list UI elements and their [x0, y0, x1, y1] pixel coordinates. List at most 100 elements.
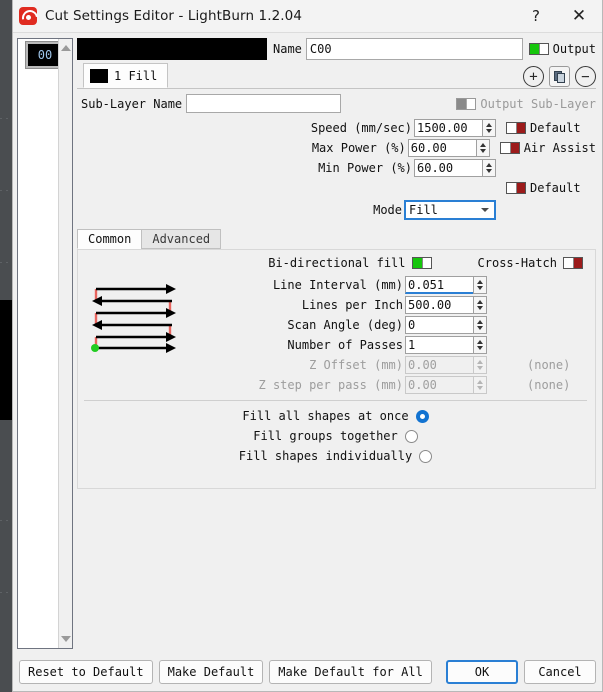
- max-power-stepper[interactable]: 60.00: [407, 139, 490, 157]
- lines-per-inch-row: Lines per Inch 500.00: [194, 296, 587, 314]
- line-interval-stepper[interactable]: 0.051: [405, 276, 487, 294]
- z-step-none-label: (none): [527, 378, 571, 392]
- primary-settings: Speed (mm/sec) 1500.00 Default Max Power…: [77, 119, 596, 220]
- sub-layer-name-input[interactable]: [186, 94, 342, 113]
- output-toggle[interactable]: [528, 43, 549, 55]
- lines-per-inch-label: Lines per Inch: [301, 298, 403, 312]
- fill-individually-label: Fill shapes individually: [238, 449, 413, 463]
- fill-toggles-row: Bi-directional fill Cross-Hatch: [84, 256, 587, 270]
- number-of-passes-stepper[interactable]: 1: [405, 336, 487, 354]
- max-power-value[interactable]: 60.00: [407, 139, 476, 157]
- sub-layer-name-label: Sub-Layer Name: [81, 96, 183, 111]
- number-of-passes-spin-buttons[interactable]: [473, 336, 487, 354]
- speed-trailing: Default: [500, 121, 596, 135]
- min-power-label: Min Power (%): [318, 161, 412, 175]
- z-offset-trailing: (none): [491, 358, 587, 372]
- desktop-artifact: [0, 300, 12, 420]
- make-default-for-all-button[interactable]: Make Default for All: [269, 660, 432, 684]
- help-icon[interactable]: ?: [516, 0, 556, 32]
- fill-mode-radio-group: Fill all shapes at once Fill groups toge…: [84, 409, 587, 463]
- name-row: Name C00 Output: [77, 38, 596, 60]
- max-power-trailing: Air Assist: [494, 141, 596, 155]
- mode-row: Mode Fill: [77, 200, 596, 220]
- min-power-value[interactable]: 60.00: [414, 159, 482, 177]
- max-power-spin-buttons[interactable]: [475, 139, 490, 157]
- cross-hatch-toggle[interactable]: [563, 257, 583, 269]
- scroll-down-icon[interactable]: [61, 636, 71, 642]
- mode-select[interactable]: Fill: [404, 200, 496, 220]
- radio-fill-all-shapes[interactable]: Fill all shapes at once: [84, 409, 587, 423]
- sublayer-tab-1-fill[interactable]: 1 Fill: [83, 63, 169, 88]
- speed-label: Speed (mm/sec): [310, 121, 412, 135]
- lightburn-logo-icon: [19, 7, 37, 25]
- z-step-stepper: 0.00: [405, 376, 487, 394]
- close-icon[interactable]: ✕: [556, 0, 602, 32]
- fill-pattern-diagram-icon: [84, 276, 194, 396]
- power-default-toggle[interactable]: [506, 182, 526, 194]
- common-main: Line Interval (mm) 0.051 Lines per Inch: [84, 276, 587, 396]
- z-offset-label: Z Offset (mm): [309, 358, 403, 372]
- lines-per-inch-spin-buttons[interactable]: [473, 296, 487, 314]
- z-step-spin-buttons: [473, 376, 487, 394]
- max-power-label: Max Power (%): [311, 141, 406, 155]
- speed-value[interactable]: 1500.00: [414, 119, 482, 137]
- remove-sublayer-icon[interactable]: −: [575, 66, 596, 87]
- layer-list[interactable]: 00: [17, 38, 73, 649]
- line-interval-spin-buttons[interactable]: [473, 276, 487, 294]
- power-default-label: Default: [530, 181, 581, 195]
- scan-angle-label: Scan Angle (deg): [287, 318, 403, 332]
- number-of-passes-label: Number of Passes: [287, 338, 403, 352]
- line-interval-value[interactable]: 0.051: [405, 276, 473, 294]
- sublayer-tab-label: 1 Fill: [114, 68, 158, 83]
- speed-spin-buttons[interactable]: [482, 119, 496, 137]
- min-power-stepper[interactable]: 60.00: [414, 159, 496, 177]
- sublayer-color-swatch: [90, 68, 108, 83]
- reset-to-default-button[interactable]: Reset to Default: [19, 660, 153, 684]
- common-tab-pane: Bi-directional fill Cross-Hatch Line Int…: [77, 249, 596, 489]
- lines-per-inch-stepper[interactable]: 500.00: [405, 296, 487, 314]
- layer-list-scrollbar[interactable]: [58, 39, 72, 648]
- z-offset-row: Z Offset (mm) 0.00 (none): [194, 356, 587, 374]
- scroll-up-icon[interactable]: [61, 45, 71, 51]
- line-interval-row: Line Interval (mm) 0.051: [194, 276, 587, 294]
- tab-advanced[interactable]: Advanced: [141, 229, 222, 249]
- z-offset-spin-buttons: [473, 356, 487, 374]
- z-offset-none-label: (none): [527, 358, 571, 372]
- z-step-label: Z step per pass (mm): [258, 378, 404, 392]
- power-default-trailing: Default: [500, 181, 596, 195]
- sublayer-actions: + −: [523, 66, 596, 87]
- z-offset-value: 0.00: [405, 356, 473, 374]
- scan-angle-spin-buttons[interactable]: [473, 316, 487, 334]
- make-default-button[interactable]: Make Default: [158, 660, 264, 684]
- bidirectional-fill-toggle[interactable]: [411, 257, 432, 269]
- scan-angle-value[interactable]: 0: [405, 316, 473, 334]
- scan-angle-row: Scan Angle (deg) 0: [194, 316, 587, 334]
- layer-color-swatch: [77, 38, 267, 60]
- ok-button[interactable]: OK: [446, 660, 518, 684]
- output-sub-layer-label: Output Sub-Layer: [480, 96, 596, 111]
- cancel-button[interactable]: Cancel: [524, 660, 596, 684]
- scan-angle-stepper[interactable]: 0: [405, 316, 487, 334]
- fill-individually-radio[interactable]: [419, 449, 433, 463]
- divider: [84, 400, 587, 401]
- radio-fill-groups[interactable]: Fill groups together: [84, 429, 587, 443]
- air-assist-toggle[interactable]: [499, 142, 520, 154]
- cross-hatch-label: Cross-Hatch: [477, 256, 557, 270]
- radio-fill-individually[interactable]: Fill shapes individually: [84, 449, 587, 463]
- name-input[interactable]: C00: [305, 38, 523, 60]
- lines-per-inch-value[interactable]: 500.00: [405, 296, 473, 314]
- output-sub-layer-toggle[interactable]: [456, 97, 477, 110]
- output-label: Output: [552, 42, 596, 56]
- mode-value: Fill: [409, 203, 438, 217]
- duplicate-sublayer-icon[interactable]: [549, 66, 570, 87]
- fill-groups-radio[interactable]: [404, 429, 418, 443]
- add-sublayer-icon[interactable]: +: [523, 66, 544, 87]
- speed-default-toggle[interactable]: [506, 122, 526, 134]
- fill-groups-label: Fill groups together: [253, 429, 398, 443]
- number-of-passes-row: Number of Passes 1: [194, 336, 587, 354]
- min-power-spin-buttons[interactable]: [482, 159, 496, 177]
- speed-stepper[interactable]: 1500.00: [414, 119, 496, 137]
- number-of-passes-value[interactable]: 1: [405, 336, 473, 354]
- tab-common[interactable]: Common: [77, 229, 143, 249]
- fill-all-radio[interactable]: [415, 409, 429, 423]
